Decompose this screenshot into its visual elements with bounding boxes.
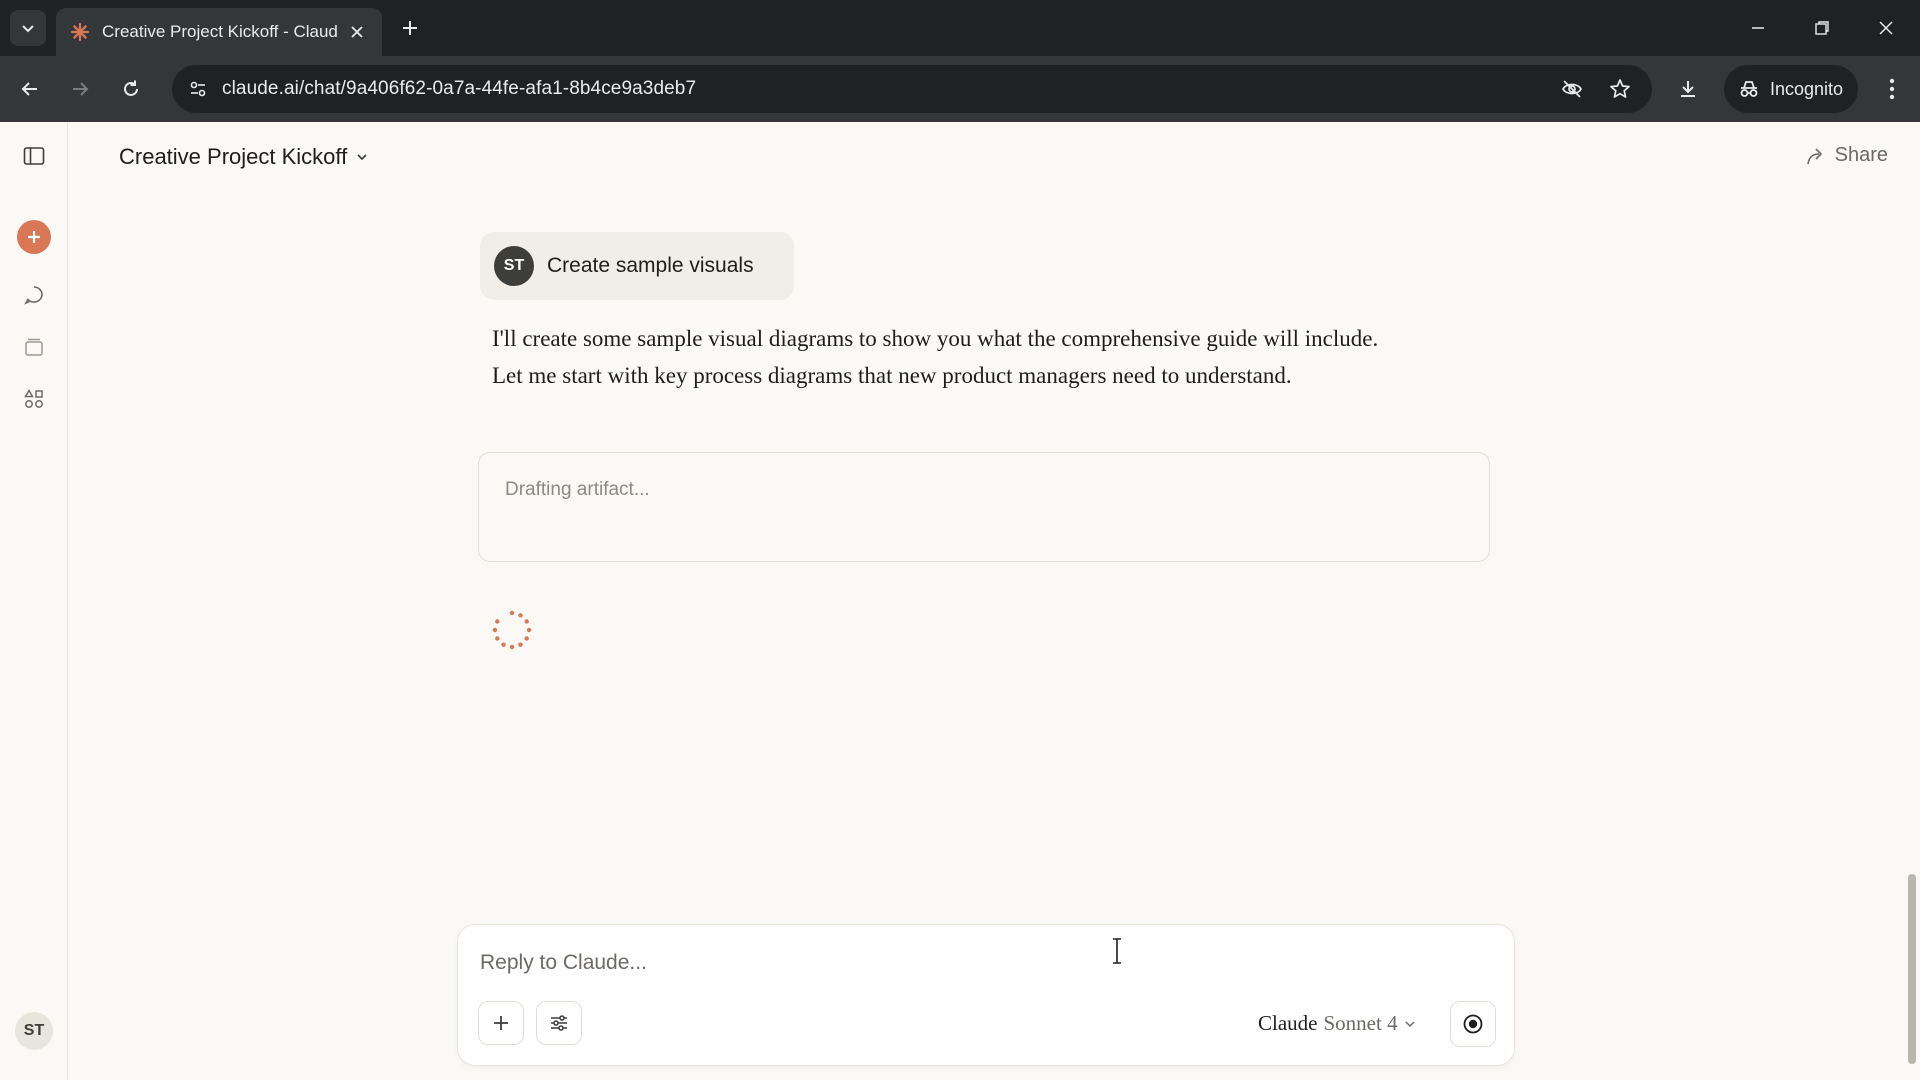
chat-bubble-icon <box>24 286 43 305</box>
tab-title: Creative Project Kickoff - Claude <box>102 22 338 41</box>
close-tab-icon[interactable] <box>346 21 368 43</box>
site-settings-icon[interactable] <box>178 69 218 109</box>
chevron-down-icon <box>22 25 34 33</box>
new-chat-button[interactable] <box>17 220 51 254</box>
bookmark-star-icon[interactable] <box>1602 71 1638 107</box>
artifact-card[interactable]: Drafting artifact... <box>478 452 1490 562</box>
forward-button[interactable] <box>62 71 98 107</box>
restore-icon <box>1815 21 1829 35</box>
minimize-icon <box>1752 27 1764 29</box>
text-cursor-icon <box>1113 938 1121 964</box>
plus-icon <box>28 231 40 243</box>
share-button[interactable]: Share <box>1805 144 1888 167</box>
sidebar-toggle-button[interactable] <box>14 136 54 176</box>
folder-stack-icon <box>25 338 43 356</box>
chat-header: Creative Project Kickoff Share <box>68 122 1920 192</box>
reload-icon <box>124 80 138 96</box>
user-message-text: Create sample visuals <box>547 254 754 277</box>
scrollbar[interactable] <box>1908 874 1916 1064</box>
chevron-down-icon <box>1405 1020 1415 1027</box>
browser-tab-bar: Creative Project Kickoff - Claude <box>0 0 1920 56</box>
share-icon <box>1806 147 1822 164</box>
conversation-title-button[interactable]: Creative Project Kickoff <box>119 144 369 170</box>
reload-button[interactable] <box>113 71 149 107</box>
share-label: Share <box>1834 144 1888 166</box>
download-icon <box>1681 81 1695 97</box>
model-selector[interactable]: Claude Sonnet 4 <box>1258 1011 1416 1036</box>
browser-toolbar: claude.ai/chat/9a406f62-0a7a-44fe-afa1-8… <box>0 56 1920 122</box>
sidebar-icon <box>23 147 45 165</box>
chevron-down-icon <box>357 154 367 161</box>
incognito-icon <box>1740 81 1758 97</box>
back-button[interactable] <box>12 71 48 107</box>
new-tab-button[interactable] <box>396 14 424 42</box>
close-window-button[interactable] <box>1868 10 1904 46</box>
voice-mode-button[interactable] <box>1450 1001 1496 1047</box>
tracking-protection-icon[interactable] <box>1554 71 1590 107</box>
sidebar: ST <box>0 122 68 1080</box>
restore-window-button[interactable] <box>1804 10 1840 46</box>
close-icon <box>1879 21 1893 35</box>
sliders-icon <box>551 1015 567 1031</box>
record-icon <box>1463 1014 1483 1034</box>
artifact-status: Drafting artifact... <box>505 479 650 500</box>
address-bar[interactable]: claude.ai/chat/9a406f62-0a7a-44fe-afa1-8… <box>172 65 1652 113</box>
minimize-window-button[interactable] <box>1740 10 1776 46</box>
avatar: ST <box>494 246 534 286</box>
user-message: ST Create sample visuals <box>480 232 794 300</box>
sidebar-item-projects[interactable] <box>14 327 54 367</box>
downloads-button[interactable] <box>1670 71 1706 107</box>
url-text: claude.ai/chat/9a406f62-0a7a-44fe-afa1-8… <box>222 78 697 99</box>
incognito-indicator[interactable]: Incognito <box>1724 65 1858 113</box>
assistant-message-text: I'll create some sample visual diagrams … <box>492 326 1379 388</box>
reply-input[interactable] <box>480 945 1380 981</box>
shapes-icon <box>24 389 43 408</box>
arrow-left-icon <box>21 82 37 96</box>
page-title: Creative Project Kickoff <box>119 144 348 169</box>
sidebar-item-artifacts[interactable] <box>14 379 54 419</box>
browser-tab-active[interactable]: Creative Project Kickoff - Claude <box>56 8 382 56</box>
model-name: Claude <box>1258 1011 1318 1035</box>
arrow-right-icon <box>73 82 89 96</box>
loading-spinner-icon <box>492 610 532 650</box>
more-vertical-icon <box>1889 78 1895 100</box>
tab-search-button[interactable] <box>10 10 46 46</box>
model-version: Sonnet 4 <box>1323 1011 1398 1035</box>
tools-settings-button[interactable] <box>536 1001 582 1045</box>
browser-menu-button[interactable] <box>1874 71 1910 107</box>
plus-icon <box>403 21 417 35</box>
sidebar-item-chats[interactable] <box>14 275 54 315</box>
plus-icon <box>494 1016 508 1030</box>
user-avatar[interactable]: ST <box>15 1012 53 1050</box>
claude-logo-icon <box>70 22 90 42</box>
incognito-label: Incognito <box>1770 78 1844 99</box>
reply-composer: Claude Sonnet 4 <box>457 924 1515 1066</box>
add-attachment-button[interactable] <box>478 1001 524 1045</box>
